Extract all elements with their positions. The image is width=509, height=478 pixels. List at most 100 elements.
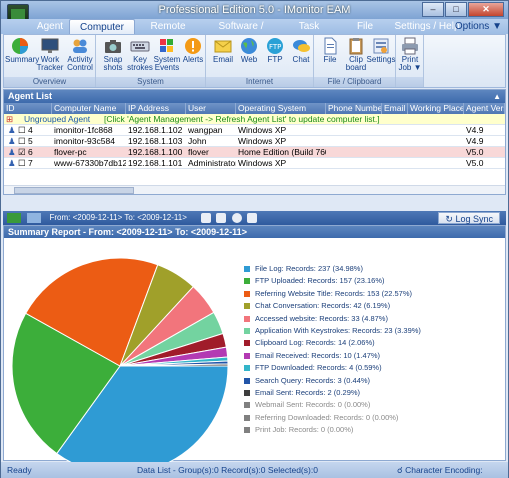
print-job-button[interactable]: Print Job ▼: [396, 37, 424, 77]
column-user[interactable]: User: [186, 103, 236, 114]
table-row[interactable]: ♟ ☐ 4 imonitor-1fc868 192.168.1.102 wang…: [4, 125, 505, 136]
legend-text: FTP Downloaded: Records: 4 (0.59%): [255, 363, 382, 373]
chat-button[interactable]: Chat: [286, 37, 316, 77]
window-controls: – □ ✕: [422, 2, 504, 17]
alerts-button[interactable]: Alerts: [178, 37, 208, 77]
column-phone-number[interactable]: Phone Number: [326, 103, 382, 114]
options-menu[interactable]: Options ▼: [455, 19, 502, 34]
tab-agent[interactable]: Agent: [31, 19, 69, 34]
legend-swatch: [244, 390, 250, 397]
sync-icon: ↻: [445, 214, 453, 224]
table-row-selected[interactable]: ♟ ☑ 6 flover-pc 192.168.1.100 flover Hom…: [4, 147, 505, 158]
column-id[interactable]: ID: [4, 103, 52, 114]
calendar-icon[interactable]: [201, 213, 212, 223]
legend-item-10: Email Sent: Records: 2 (0.29%): [244, 388, 360, 397]
legend-text: Clipboard Log: Records: 14 (2.06%): [255, 338, 375, 348]
group-hint: [Click 'Agent Management -> Refresh Agen…: [104, 114, 380, 124]
column-working-place[interactable]: Working Place: [408, 103, 464, 114]
legend-swatch: [244, 340, 250, 347]
table-row[interactable]: ♟ ☐ 7 www-67330b7db12 192.168.1.101 Admi…: [4, 158, 505, 169]
row-os: Windows XP: [238, 158, 287, 168]
legend-swatch: [244, 427, 250, 434]
file-icon: [324, 37, 337, 55]
row-id: ♟ ☐ 5: [8, 136, 33, 146]
legend-item-13: Print Job: Records: 0 (0.00%): [244, 425, 353, 434]
legend-item-6: Clipboard Log: Records: 14 (2.06%): [244, 338, 375, 347]
summary-button[interactable]: Summary: [5, 37, 39, 77]
filter-icon[interactable]: [216, 213, 227, 223]
print-job-label: Print Job ▼: [398, 55, 422, 72]
keyboard-icon: [130, 41, 150, 52]
group-label-file-clipboard: File / Clipboard: [314, 77, 395, 87]
expand-group-icon[interactable]: ⊞: [4, 114, 24, 125]
camera-icon: [105, 40, 121, 53]
row-computer-name: flover-pc: [54, 147, 87, 157]
ribbon: Summary Work Tracker Activity Control Ov…: [3, 34, 506, 88]
legend-text: Referring Downloaded: Records: 0 (0.00%): [255, 412, 399, 422]
refresh-icon[interactable]: [27, 213, 42, 223]
work-tracker-button[interactable]: Work Tracker: [35, 37, 65, 77]
row-os: Home Edition (Build 7600): [238, 147, 326, 157]
maximize-button[interactable]: □: [445, 2, 467, 17]
row-computer-name: imonitor-93c584: [54, 136, 115, 146]
row-ip: 192.168.1.100: [128, 147, 183, 157]
horizontal-scrollbar[interactable]: [4, 185, 505, 194]
legend-item-1: FTP Uploaded: Records: 157 (23.16%): [244, 276, 385, 285]
group-row-ungrouped[interactable]: ⊞ Ungrouped Agent [Click 'Agent Manageme…: [4, 114, 505, 125]
row-id: ♟ ☑ 6: [8, 147, 33, 157]
scrollbar-thumb[interactable]: [14, 187, 134, 194]
tab-file-manager[interactable]: File Manager: [337, 19, 393, 47]
column-computer-name[interactable]: Computer Name: [52, 103, 126, 114]
legend-swatch: [244, 328, 250, 335]
chevron-up-icon[interactable]: ▲: [493, 90, 501, 103]
status-encoding: ☌ Character Encoding:: [397, 465, 483, 475]
main-tabs: Agent Computer Logs Remote Desktop Softw…: [1, 19, 508, 48]
tab-remote-desktop[interactable]: Remote Desktop: [135, 19, 201, 47]
tab-settings-help[interactable]: Settings / Help: [393, 19, 461, 34]
column-ip-address[interactable]: IP Address: [126, 103, 186, 114]
row-ip: 192.168.1.103: [128, 136, 183, 146]
summary-report-panel: Summary Report - From: <2009-12-11> To: …: [3, 225, 506, 462]
row-version: V5.0: [466, 147, 484, 157]
keystrokes-button[interactable]: Key strokes: [125, 37, 155, 77]
group-label-overview: Overview: [4, 77, 95, 87]
options-icon[interactable]: [246, 213, 257, 223]
column-agent-version[interactable]: Agent Version: [464, 103, 505, 114]
legend-text: Application With Keystrokes: Records: 23…: [255, 326, 421, 335]
pie-chart-icon: [12, 38, 28, 54]
minimize-button[interactable]: –: [422, 2, 444, 17]
table-row[interactable]: ♟ ☐ 5 imonitor-93c584 192.168.1.103 John…: [4, 136, 505, 147]
app-window: Professional Edition 5.0 - IMonitor EAM …: [0, 0, 509, 478]
date-range-label[interactable]: From: <2009-12-11> To: <2009-12-11>: [49, 213, 186, 222]
row-user: Administrator: [188, 158, 236, 168]
legend-item-4: Accessed website: Records: 33 (4.87%): [244, 314, 388, 323]
tab-software-hardware[interactable]: Software / Hardware: [201, 19, 281, 47]
users-icon: [73, 39, 87, 53]
column-email[interactable]: Email: [382, 103, 408, 114]
close-button[interactable]: ✕: [468, 2, 504, 17]
snapshots-button[interactable]: Snap shots: [98, 37, 128, 77]
column-operating-system[interactable]: Operating System: [236, 103, 326, 114]
row-os: Windows XP: [238, 136, 287, 146]
agent-grid: ID Computer Name IP Address User Operati…: [4, 103, 505, 169]
excel-export-icon[interactable]: [7, 213, 21, 223]
settings-button[interactable]: Settings: [366, 37, 396, 77]
search-icon[interactable]: [231, 213, 242, 223]
group-label-print: [396, 77, 423, 87]
legend-text: Email Sent: Records: 2 (0.29%): [255, 388, 361, 397]
envelope-icon: [214, 40, 232, 53]
agent-icon: ♟: [8, 147, 16, 157]
legend-text: Webmail Sent: Records: 0 (0.00%): [255, 400, 371, 410]
group-label-system: System: [96, 77, 205, 87]
legend-swatch: [244, 365, 250, 372]
agent-list-header[interactable]: Agent List ▲: [4, 90, 505, 103]
legend-swatch: [244, 290, 250, 297]
group-label-internet: Internet: [206, 77, 313, 87]
log-sync-button[interactable]: ↻ Log Sync: [438, 212, 500, 224]
row-os: Windows XP: [238, 125, 287, 135]
activity-control-button[interactable]: Activity Control: [65, 37, 95, 77]
group-label: Ungrouped Agent: [24, 114, 91, 124]
tab-computer-logs[interactable]: Computer Logs: [69, 19, 135, 48]
legend-swatch: [244, 352, 250, 359]
tab-task-manager[interactable]: Task Manager: [281, 19, 337, 47]
